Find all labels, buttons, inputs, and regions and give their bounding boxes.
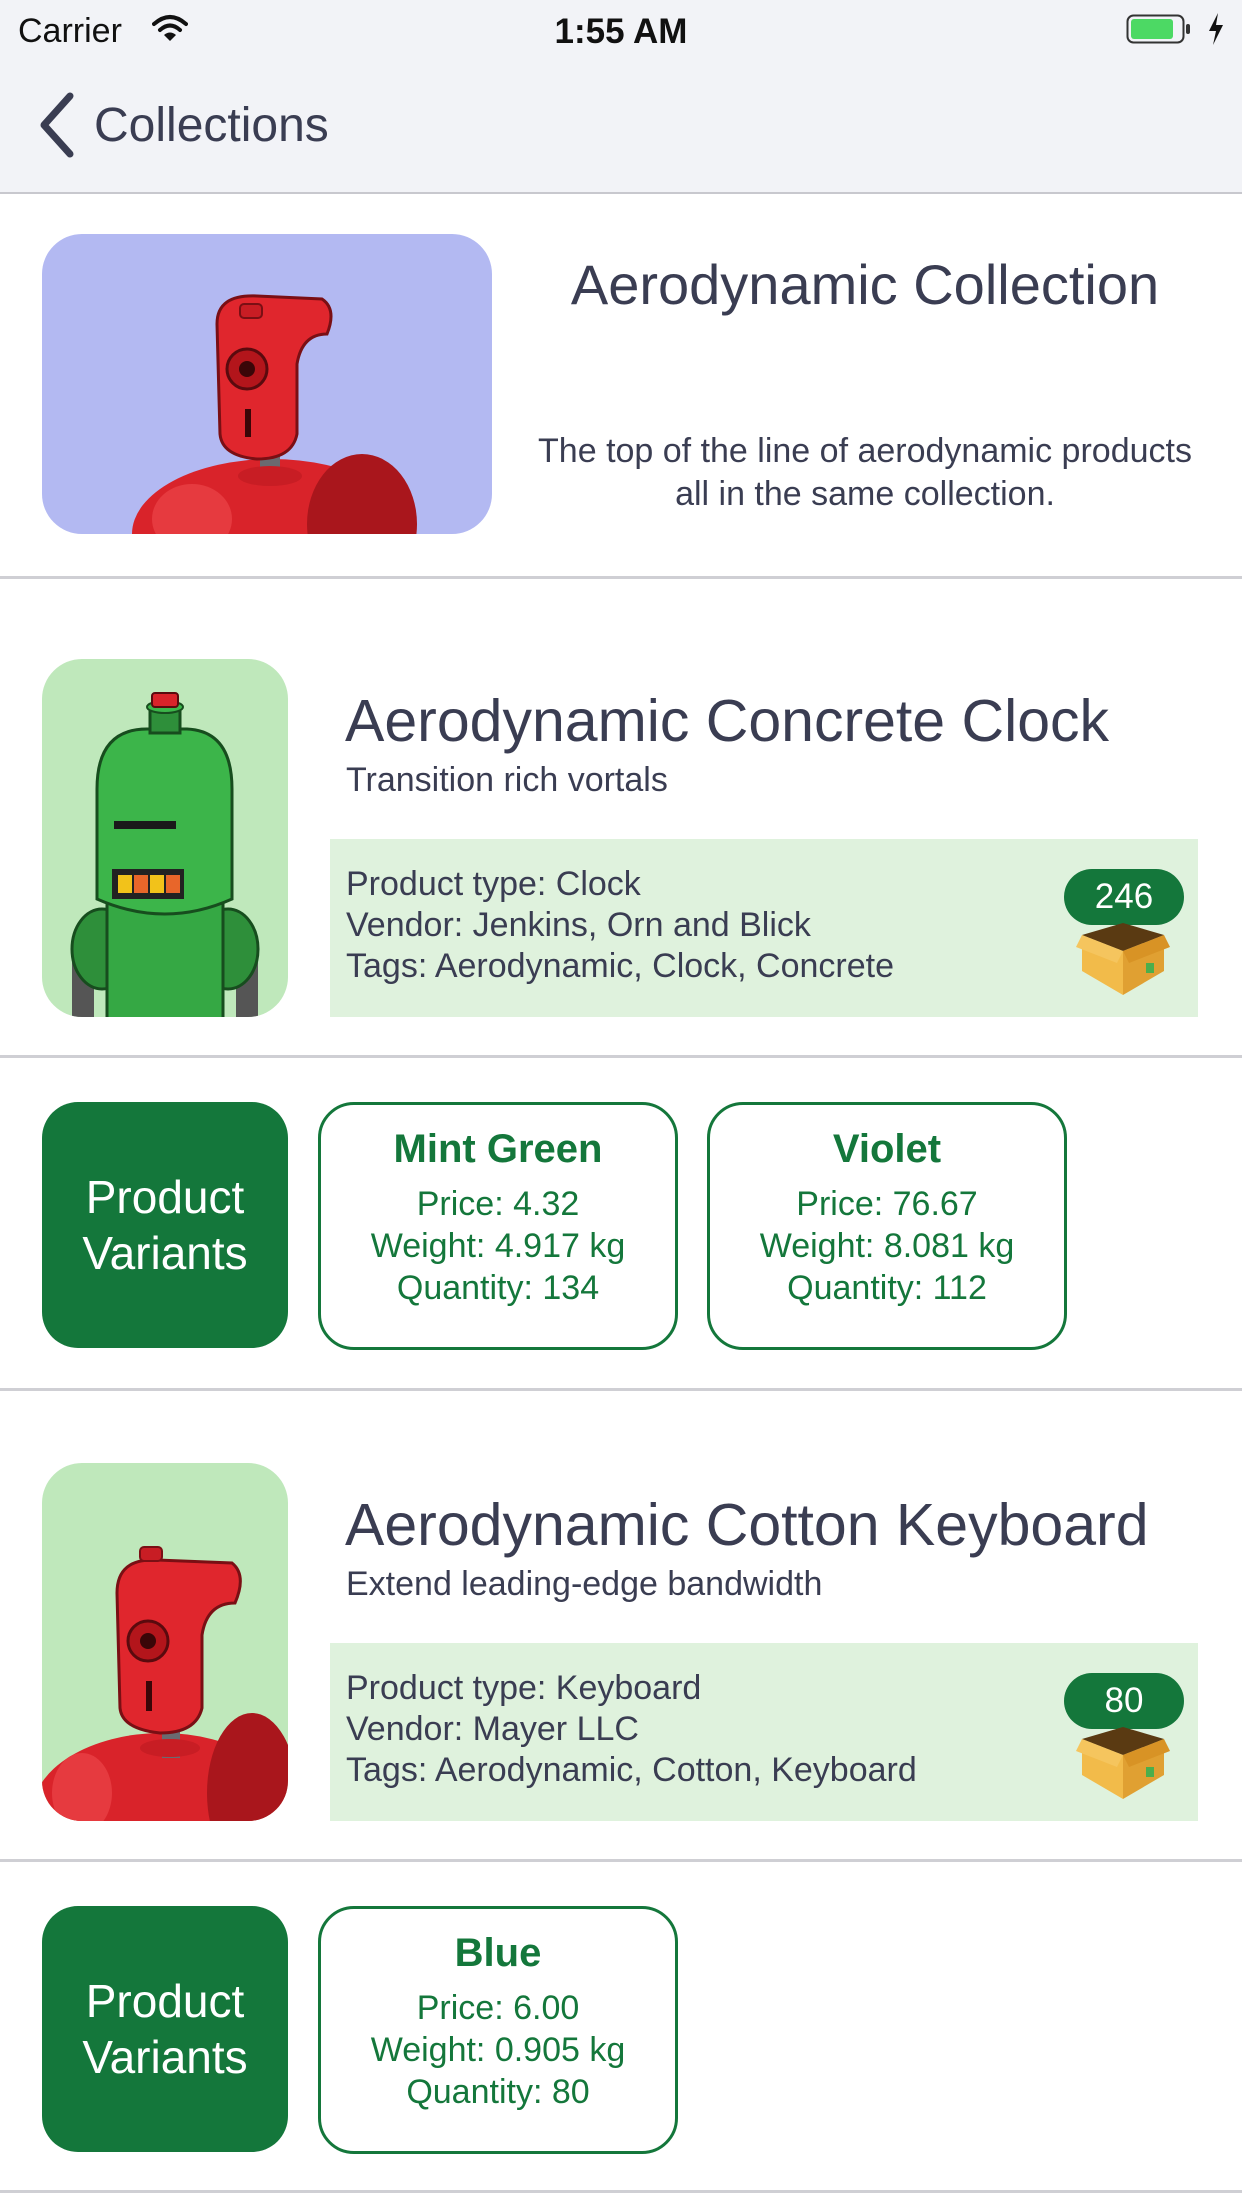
variants-label: Product Variants [42, 1906, 288, 2152]
battery-icon [1126, 14, 1190, 44]
vendor-label: Vendor: Mayer LLC [346, 1710, 639, 1748]
product-title: Aerodynamic Concrete Clock [345, 688, 1110, 754]
product-card[interactable]: Aerodynamic Cotton Keyboard Extend leadi… [0, 1381, 1242, 1862]
green-robot-icon [70, 692, 260, 1017]
variant-card[interactable]: Mint Green Price: 4.32 Weight: 4.917 kg … [318, 1102, 678, 1350]
collection-header: Aerodynamic Collection The top of the li… [0, 194, 1242, 579]
variant-card[interactable]: Blue Price: 6.00 Weight: 0.905 kg Quanti… [318, 1906, 678, 2154]
vendor-label: Vendor: Jenkins, Orn and Blick [346, 906, 811, 944]
variant-card[interactable]: Violet Price: 76.67 Weight: 8.081 kg Qua… [707, 1102, 1067, 1350]
variant-weight: Weight: 8.081 kg [759, 1227, 1015, 1265]
back-chevron-icon[interactable] [36, 92, 76, 158]
product-title: Aerodynamic Cotton Keyboard [345, 1492, 1149, 1558]
variant-quantity: Quantity: 80 [406, 2073, 590, 2111]
product-info-panel: Product type: Keyboard Vendor: Mayer LLC… [330, 1643, 1198, 1821]
variant-price: Price: 4.32 [416, 1185, 580, 1223]
red-robot-icon [132, 294, 417, 534]
quantity-badge: 246 [1064, 869, 1184, 925]
red-robot-icon [42, 1546, 288, 1821]
tags-label: Tags: Aerodynamic, Cotton, Keyboard [346, 1751, 917, 1789]
divider [0, 1055, 1242, 1058]
product-image [42, 1463, 288, 1821]
collection-image [42, 234, 492, 534]
collection-title: Aerodynamic Collection [570, 253, 1160, 316]
box-icon [1076, 923, 1170, 995]
variant-price: Price: 6.00 [416, 1989, 580, 2027]
product-subtitle: Extend leading-edge bandwidth [346, 1565, 823, 1603]
variant-quantity: Quantity: 134 [396, 1269, 600, 1307]
divider [0, 1859, 1242, 1862]
divider [0, 2190, 1242, 2193]
variant-weight: Weight: 0.905 kg [370, 2031, 626, 2069]
variant-price: Price: 76.67 [796, 1185, 978, 1223]
box-icon [1076, 1727, 1170, 1799]
variants-label: Product Variants [42, 1102, 288, 1348]
product-subtitle: Transition rich vortals [346, 761, 668, 799]
variant-quantity: Quantity: 112 [787, 1269, 987, 1307]
variant-name: Blue [454, 1931, 542, 1975]
back-button[interactable]: Collections [94, 98, 329, 153]
variants-row: Product Variants Mint Green Price: 4.32 … [0, 1060, 1242, 1391]
variant-weight: Weight: 4.917 kg [370, 1227, 626, 1265]
charging-bolt-icon [1209, 13, 1223, 45]
product-card[interactable]: Aerodynamic Concrete Clock Transition ri… [0, 577, 1242, 1058]
variant-name: Mint Green [393, 1127, 603, 1171]
status-bar: Carrier 1:55 AM [0, 0, 1242, 62]
variants-row: Product Variants Blue Price: 6.00 Weight… [0, 1864, 1242, 2194]
product-image [42, 659, 288, 1017]
product-info-panel: Product type: Clock Vendor: Jenkins, Orn… [330, 839, 1198, 1017]
collection-description: The top of the line of aerodynamic produ… [538, 432, 1192, 513]
clock-time: 1:55 AM [554, 12, 688, 51]
navigation-bar: Collections [0, 62, 1242, 194]
product-type-label: Product type: Clock [346, 865, 641, 903]
quantity-badge: 80 [1064, 1673, 1184, 1729]
variant-name: Violet [832, 1127, 942, 1171]
product-type-label: Product type: Keyboard [346, 1669, 702, 1707]
tags-label: Tags: Aerodynamic, Clock, Concrete [346, 947, 895, 985]
